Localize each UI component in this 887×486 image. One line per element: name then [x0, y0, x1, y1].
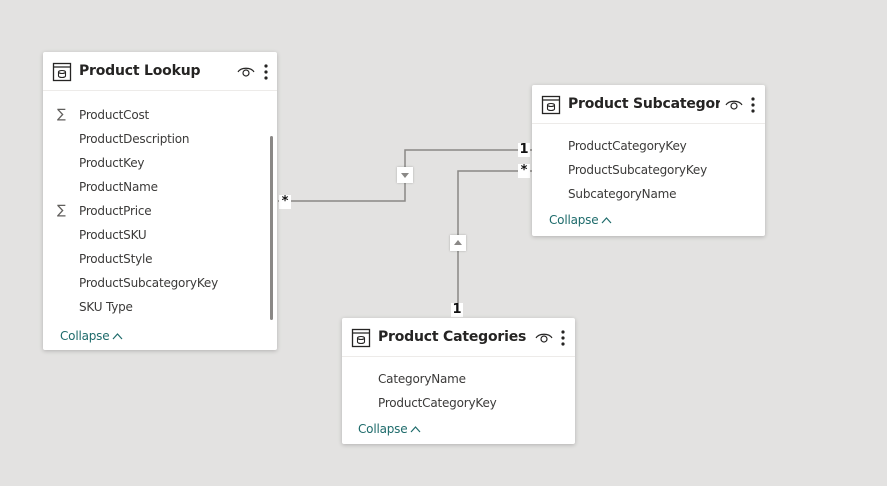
eye-icon[interactable] — [237, 65, 255, 79]
table-card-product-lookup[interactable]: Product Lookup ∑ ProductCost ProductDesc… — [43, 52, 277, 350]
field-label: ProductCost — [79, 108, 150, 122]
more-options-icon[interactable] — [560, 329, 566, 347]
cardinality-many-badge: * — [279, 195, 291, 209]
field-label: CategoryName — [378, 372, 466, 386]
card-header[interactable]: Product Categories L... — [342, 318, 575, 357]
card-title: Product Subcategorie... — [568, 96, 720, 112]
table-card-product-categories[interactable]: Product Categories L... CategoryName Pro… — [342, 318, 575, 444]
chevron-up-icon — [410, 426, 421, 433]
filter-direction-icon[interactable] — [397, 167, 413, 183]
field-label: ProductDescription — [79, 132, 190, 146]
field-label: ProductSubcategoryKey — [79, 276, 218, 290]
cardinality-one-badge: 1 — [518, 142, 530, 157]
collapse-link[interactable]: Collapse — [60, 329, 123, 343]
collapse-label: Collapse — [60, 329, 110, 343]
card-title: Product Categories L... — [378, 329, 530, 345]
card-header[interactable]: Product Subcategorie... — [532, 85, 765, 124]
field-label: SubcategoryName — [568, 187, 677, 201]
eye-icon[interactable] — [725, 98, 743, 112]
field-label: ProductStyle — [79, 252, 153, 266]
sigma-icon: ∑ — [57, 107, 66, 122]
filter-direction-icon[interactable] — [450, 235, 466, 251]
table-icon — [351, 328, 371, 348]
field-label: ProductSubcategoryKey — [568, 163, 707, 177]
field-label: ProductCategoryKey — [378, 396, 497, 410]
field-label: ProductSKU — [79, 228, 147, 242]
relationship-line-categories-subcategories[interactable] — [457, 170, 532, 317]
card-header[interactable]: Product Lookup — [43, 52, 277, 91]
chevron-up-icon — [112, 333, 123, 340]
collapse-link[interactable]: Collapse — [549, 213, 612, 227]
card-title: Product Lookup — [79, 63, 201, 79]
sigma-icon: ∑ — [57, 203, 66, 218]
table-card-product-subcategories[interactable]: Product Subcategorie... ProductCategoryK… — [532, 85, 765, 236]
eye-icon[interactable] — [535, 331, 553, 345]
field-label: ProductKey — [79, 156, 145, 170]
field-label: ProductName — [79, 180, 158, 194]
cardinality-one-badge: 1 — [451, 302, 463, 317]
field-label: ProductPrice — [79, 204, 152, 218]
field-label: SKU Type — [79, 300, 133, 314]
table-icon — [541, 95, 561, 115]
field-label: ProductCategoryKey — [568, 139, 687, 153]
collapse-link[interactable]: Collapse — [358, 422, 421, 436]
scrollbar[interactable] — [270, 136, 273, 320]
chevron-up-icon — [601, 217, 612, 224]
cardinality-many-badge: * — [518, 164, 530, 178]
more-options-icon[interactable] — [263, 63, 269, 81]
collapse-label: Collapse — [549, 213, 599, 227]
table-icon — [52, 62, 72, 82]
collapse-label: Collapse — [358, 422, 408, 436]
more-options-icon[interactable] — [750, 96, 756, 114]
